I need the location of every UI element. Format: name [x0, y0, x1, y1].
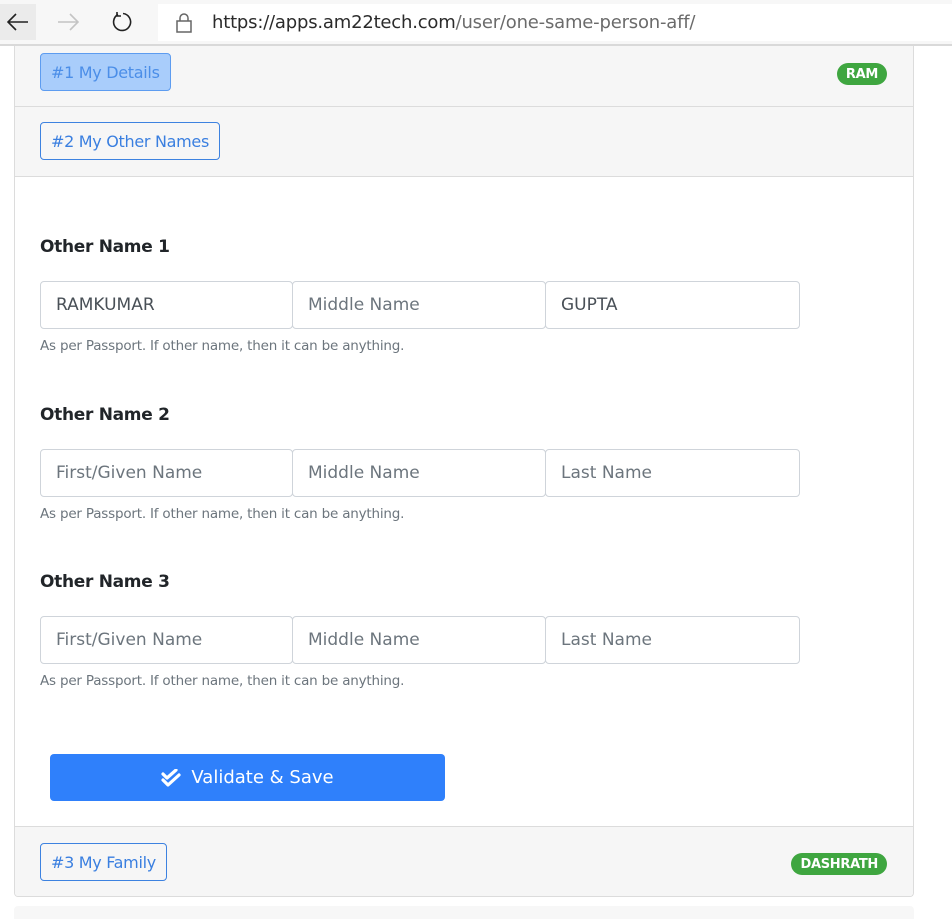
section-toggle-my-family[interactable]: #3 My Family	[40, 843, 167, 881]
other-names-form: Other Name 1 As per Passport. If other n…	[15, 177, 913, 826]
first-name-input[interactable]	[40, 449, 293, 497]
group-title: Other Name 2	[40, 405, 170, 425]
help-text: As per Passport. If other name, then it …	[40, 673, 405, 689]
section-toggle-my-other-names[interactable]: #2 My Other Names	[40, 122, 220, 160]
next-card-edge	[14, 906, 914, 919]
lock-icon	[174, 12, 194, 34]
help-text: As per Passport. If other name, then it …	[40, 506, 405, 522]
first-name-input[interactable]	[40, 616, 293, 664]
accordion-card: #1 My Details RAM #2 My Other Names Othe…	[14, 46, 914, 897]
section-header-my-other-names: #2 My Other Names	[15, 107, 913, 177]
forward-button[interactable]	[50, 4, 86, 40]
middle-name-input[interactable]	[292, 281, 546, 329]
section-toggle-my-details[interactable]: #1 My Details	[40, 53, 171, 91]
status-badge: RAM	[836, 63, 887, 85]
status-badge: DASHRATH	[791, 853, 887, 875]
last-name-input[interactable]	[545, 281, 800, 329]
back-button[interactable]	[0, 4, 36, 40]
group-title: Other Name 1	[40, 237, 170, 257]
url-text[interactable]: https://apps.am22tech.com/user/one-same-…	[212, 12, 695, 33]
url-path: /user/one-same-person-aff/	[455, 12, 696, 33]
validate-save-button[interactable]: Validate & Save	[50, 754, 445, 801]
address-bar[interactable]: https://apps.am22tech.com/user/one-same-…	[158, 4, 952, 41]
forward-arrow-icon	[58, 13, 79, 31]
double-check-icon	[161, 768, 181, 787]
last-name-input[interactable]	[545, 449, 800, 497]
group-title: Other Name 3	[40, 572, 170, 592]
other-name-group-1: Other Name 1 As per Passport. If other n…	[40, 237, 810, 354]
middle-name-input[interactable]	[292, 449, 546, 497]
first-name-input[interactable]	[40, 281, 293, 329]
last-name-input[interactable]	[545, 616, 800, 664]
help-text: As per Passport. If other name, then it …	[40, 338, 405, 354]
other-name-group-3: Other Name 3 As per Passport. If other n…	[40, 572, 810, 689]
other-name-group-2: Other Name 2 As per Passport. If other n…	[40, 405, 810, 522]
middle-name-input[interactable]	[292, 616, 546, 664]
reload-icon	[112, 12, 132, 32]
reload-button[interactable]	[104, 4, 140, 40]
validate-save-label: Validate & Save	[191, 767, 334, 788]
url-host: https://apps.am22tech.com	[212, 12, 456, 33]
browser-toolbar: https://apps.am22tech.com/user/one-same-…	[0, 0, 952, 46]
section-header-my-family: #3 My Family DASHRATH	[15, 826, 913, 896]
section-header-my-details: #1 My Details RAM	[15, 46, 913, 107]
back-arrow-icon	[7, 13, 28, 31]
